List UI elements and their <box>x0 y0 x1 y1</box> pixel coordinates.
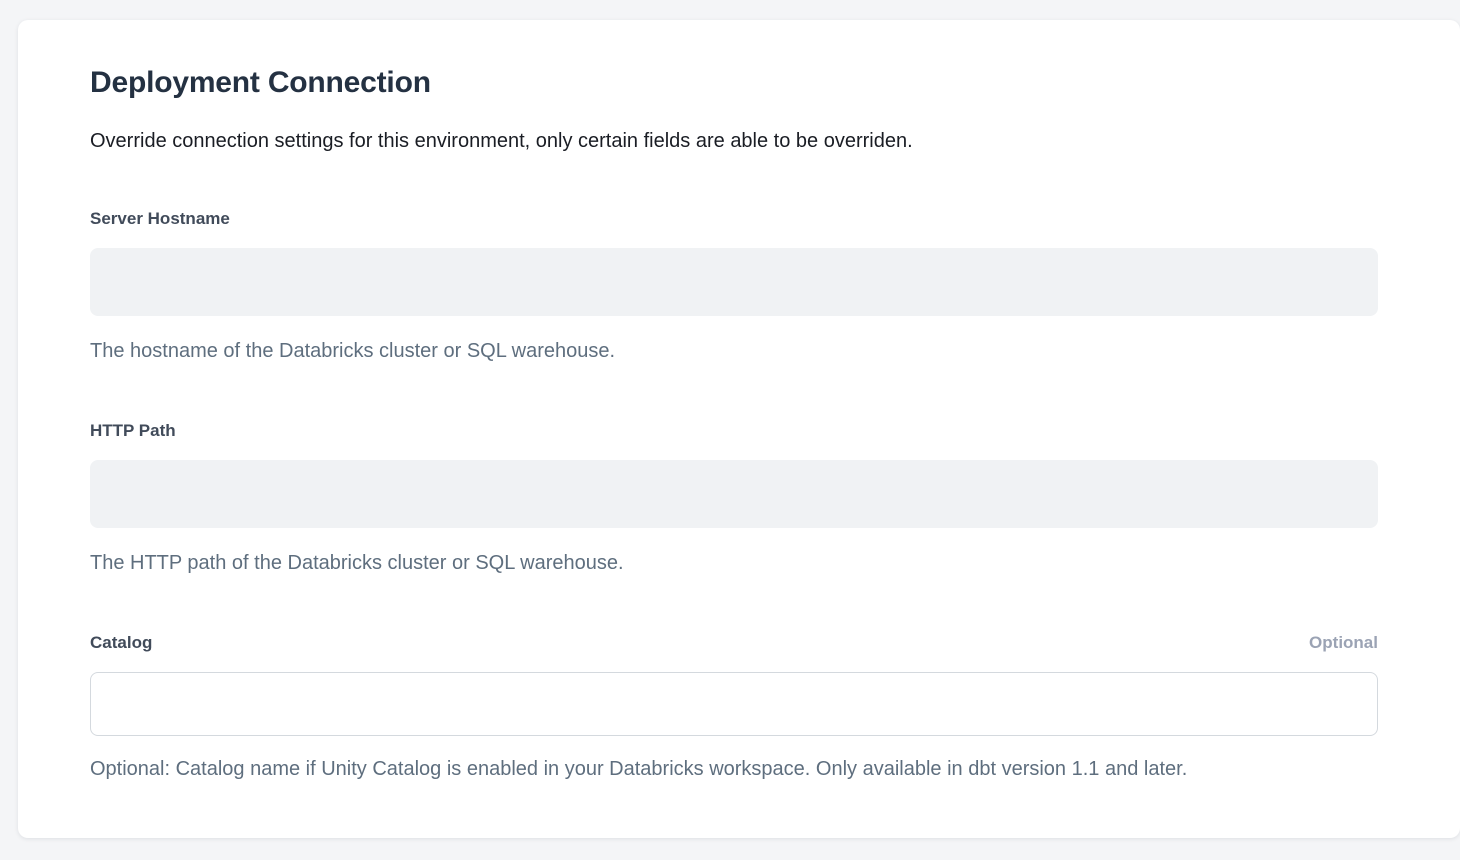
server-hostname-field: Server Hostname The hostname of the Data… <box>90 208 1378 364</box>
server-hostname-help: The hostname of the Databricks cluster o… <box>90 338 1378 364</box>
catalog-help: Optional: Catalog name if Unity Catalog … <box>90 756 1378 782</box>
http-path-help: The HTTP path of the Databricks cluster … <box>90 550 1378 576</box>
form-content: Deployment Connection Override connectio… <box>90 64 1378 782</box>
http-path-label: HTTP Path <box>90 420 176 442</box>
http-path-label-row: HTTP Path <box>90 420 1378 442</box>
http-path-field: HTTP Path The HTTP path of the Databrick… <box>90 420 1378 576</box>
page-subtitle: Override connection settings for this en… <box>90 128 1378 154</box>
server-hostname-input <box>90 248 1378 316</box>
catalog-label: Catalog <box>90 632 152 654</box>
optional-badge: Optional <box>1309 632 1378 654</box>
server-hostname-label-row: Server Hostname <box>90 208 1378 230</box>
server-hostname-label: Server Hostname <box>90 208 230 230</box>
catalog-label-row: Catalog Optional <box>90 632 1378 654</box>
catalog-input[interactable] <box>90 672 1378 736</box>
catalog-field: Catalog Optional Optional: Catalog name … <box>90 632 1378 782</box>
http-path-input <box>90 460 1378 528</box>
page-title: Deployment Connection <box>90 64 1378 102</box>
deployment-connection-card: Deployment Connection Override connectio… <box>18 20 1460 838</box>
